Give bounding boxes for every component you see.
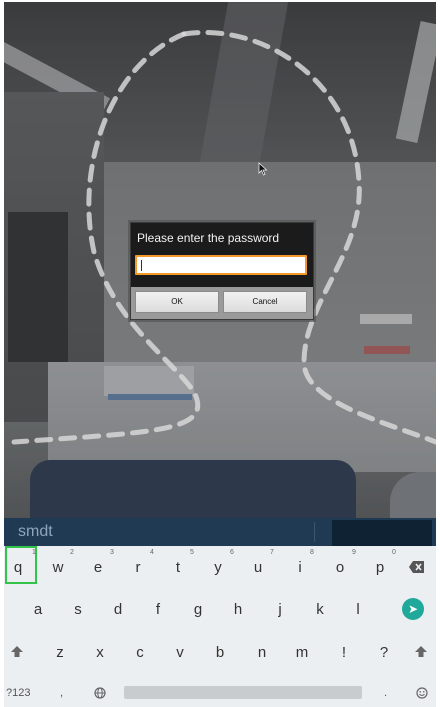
key-o[interactable]: o [326, 559, 354, 576]
key-hint: 6 [230, 549, 234, 556]
key-k[interactable]: k [306, 601, 334, 618]
key-m[interactable]: m [288, 644, 316, 661]
key-hint: 9 [352, 549, 356, 556]
globe-icon[interactable] [94, 687, 106, 699]
key-y[interactable]: y [204, 559, 232, 576]
key-c[interactable]: c [126, 644, 154, 661]
key-g[interactable]: g [184, 601, 212, 618]
key-n[interactable]: n [248, 644, 276, 661]
key-comma[interactable]: , [60, 687, 63, 699]
emoji-icon[interactable] [416, 687, 428, 699]
key-w[interactable]: w [44, 559, 72, 576]
suggestion-thumbnail [332, 520, 432, 546]
password-dialog: Please enter the password OK Cancel [130, 222, 314, 320]
key-b[interactable]: b [206, 644, 234, 661]
text-cursor [141, 260, 142, 271]
suggestion-word[interactable]: smdt [18, 523, 53, 541]
key-s[interactable]: s [64, 601, 92, 618]
key-hint: 1 [32, 549, 36, 556]
key-hint: 5 [190, 549, 194, 556]
enter-icon: ➤ [408, 602, 419, 616]
key-question[interactable]: ? [370, 644, 398, 661]
key-period[interactable]: . [384, 687, 387, 699]
enter-key[interactable]: ➤ [402, 598, 424, 620]
key-q[interactable]: q [4, 559, 32, 576]
key-z[interactable]: z [46, 644, 74, 661]
key-t[interactable]: t [164, 559, 192, 576]
key-x[interactable]: x [86, 644, 114, 661]
key-j[interactable]: j [266, 601, 294, 618]
symbols-key[interactable]: ?123 [6, 687, 30, 699]
spacebar[interactable] [124, 686, 362, 699]
key-exclamation[interactable]: ! [330, 644, 358, 661]
password-input[interactable] [135, 255, 307, 275]
key-hint: 2 [70, 549, 74, 556]
key-hint: 8 [310, 549, 314, 556]
soft-keyboard: 1 q 2 w 3 e 4 r 5 t 6 y 7 u 8 i 9 o 0 p [4, 546, 436, 707]
key-hint: 4 [150, 549, 154, 556]
key-d[interactable]: d [104, 601, 132, 618]
cancel-button[interactable]: Cancel [223, 291, 307, 313]
key-u[interactable]: u [244, 559, 272, 576]
key-l[interactable]: l [344, 601, 372, 618]
ok-button[interactable]: OK [135, 291, 219, 313]
key-v[interactable]: v [166, 644, 194, 661]
key-a[interactable]: a [24, 601, 52, 618]
key-hint: 3 [110, 549, 114, 556]
key-hint: 0 [392, 549, 396, 556]
suggestion-bar: smdt [4, 518, 436, 546]
key-e[interactable]: e [84, 559, 112, 576]
key-r[interactable]: r [124, 559, 152, 576]
suggestion-divider [314, 522, 315, 542]
shift-icon[interactable] [10, 645, 24, 659]
mouse-pointer-icon [258, 162, 268, 176]
backspace-icon[interactable] [408, 560, 426, 574]
screen: Please enter the password OK Cancel smdt… [0, 0, 440, 707]
shift-icon[interactable] [414, 645, 428, 659]
key-i[interactable]: i [286, 559, 314, 576]
key-hint: 7 [270, 549, 274, 556]
dialog-title: Please enter the password [137, 231, 280, 245]
key-h[interactable]: h [224, 601, 252, 618]
key-f[interactable]: f [144, 601, 172, 618]
dialog-button-bar: OK Cancel [131, 287, 313, 319]
key-p[interactable]: p [366, 559, 394, 576]
